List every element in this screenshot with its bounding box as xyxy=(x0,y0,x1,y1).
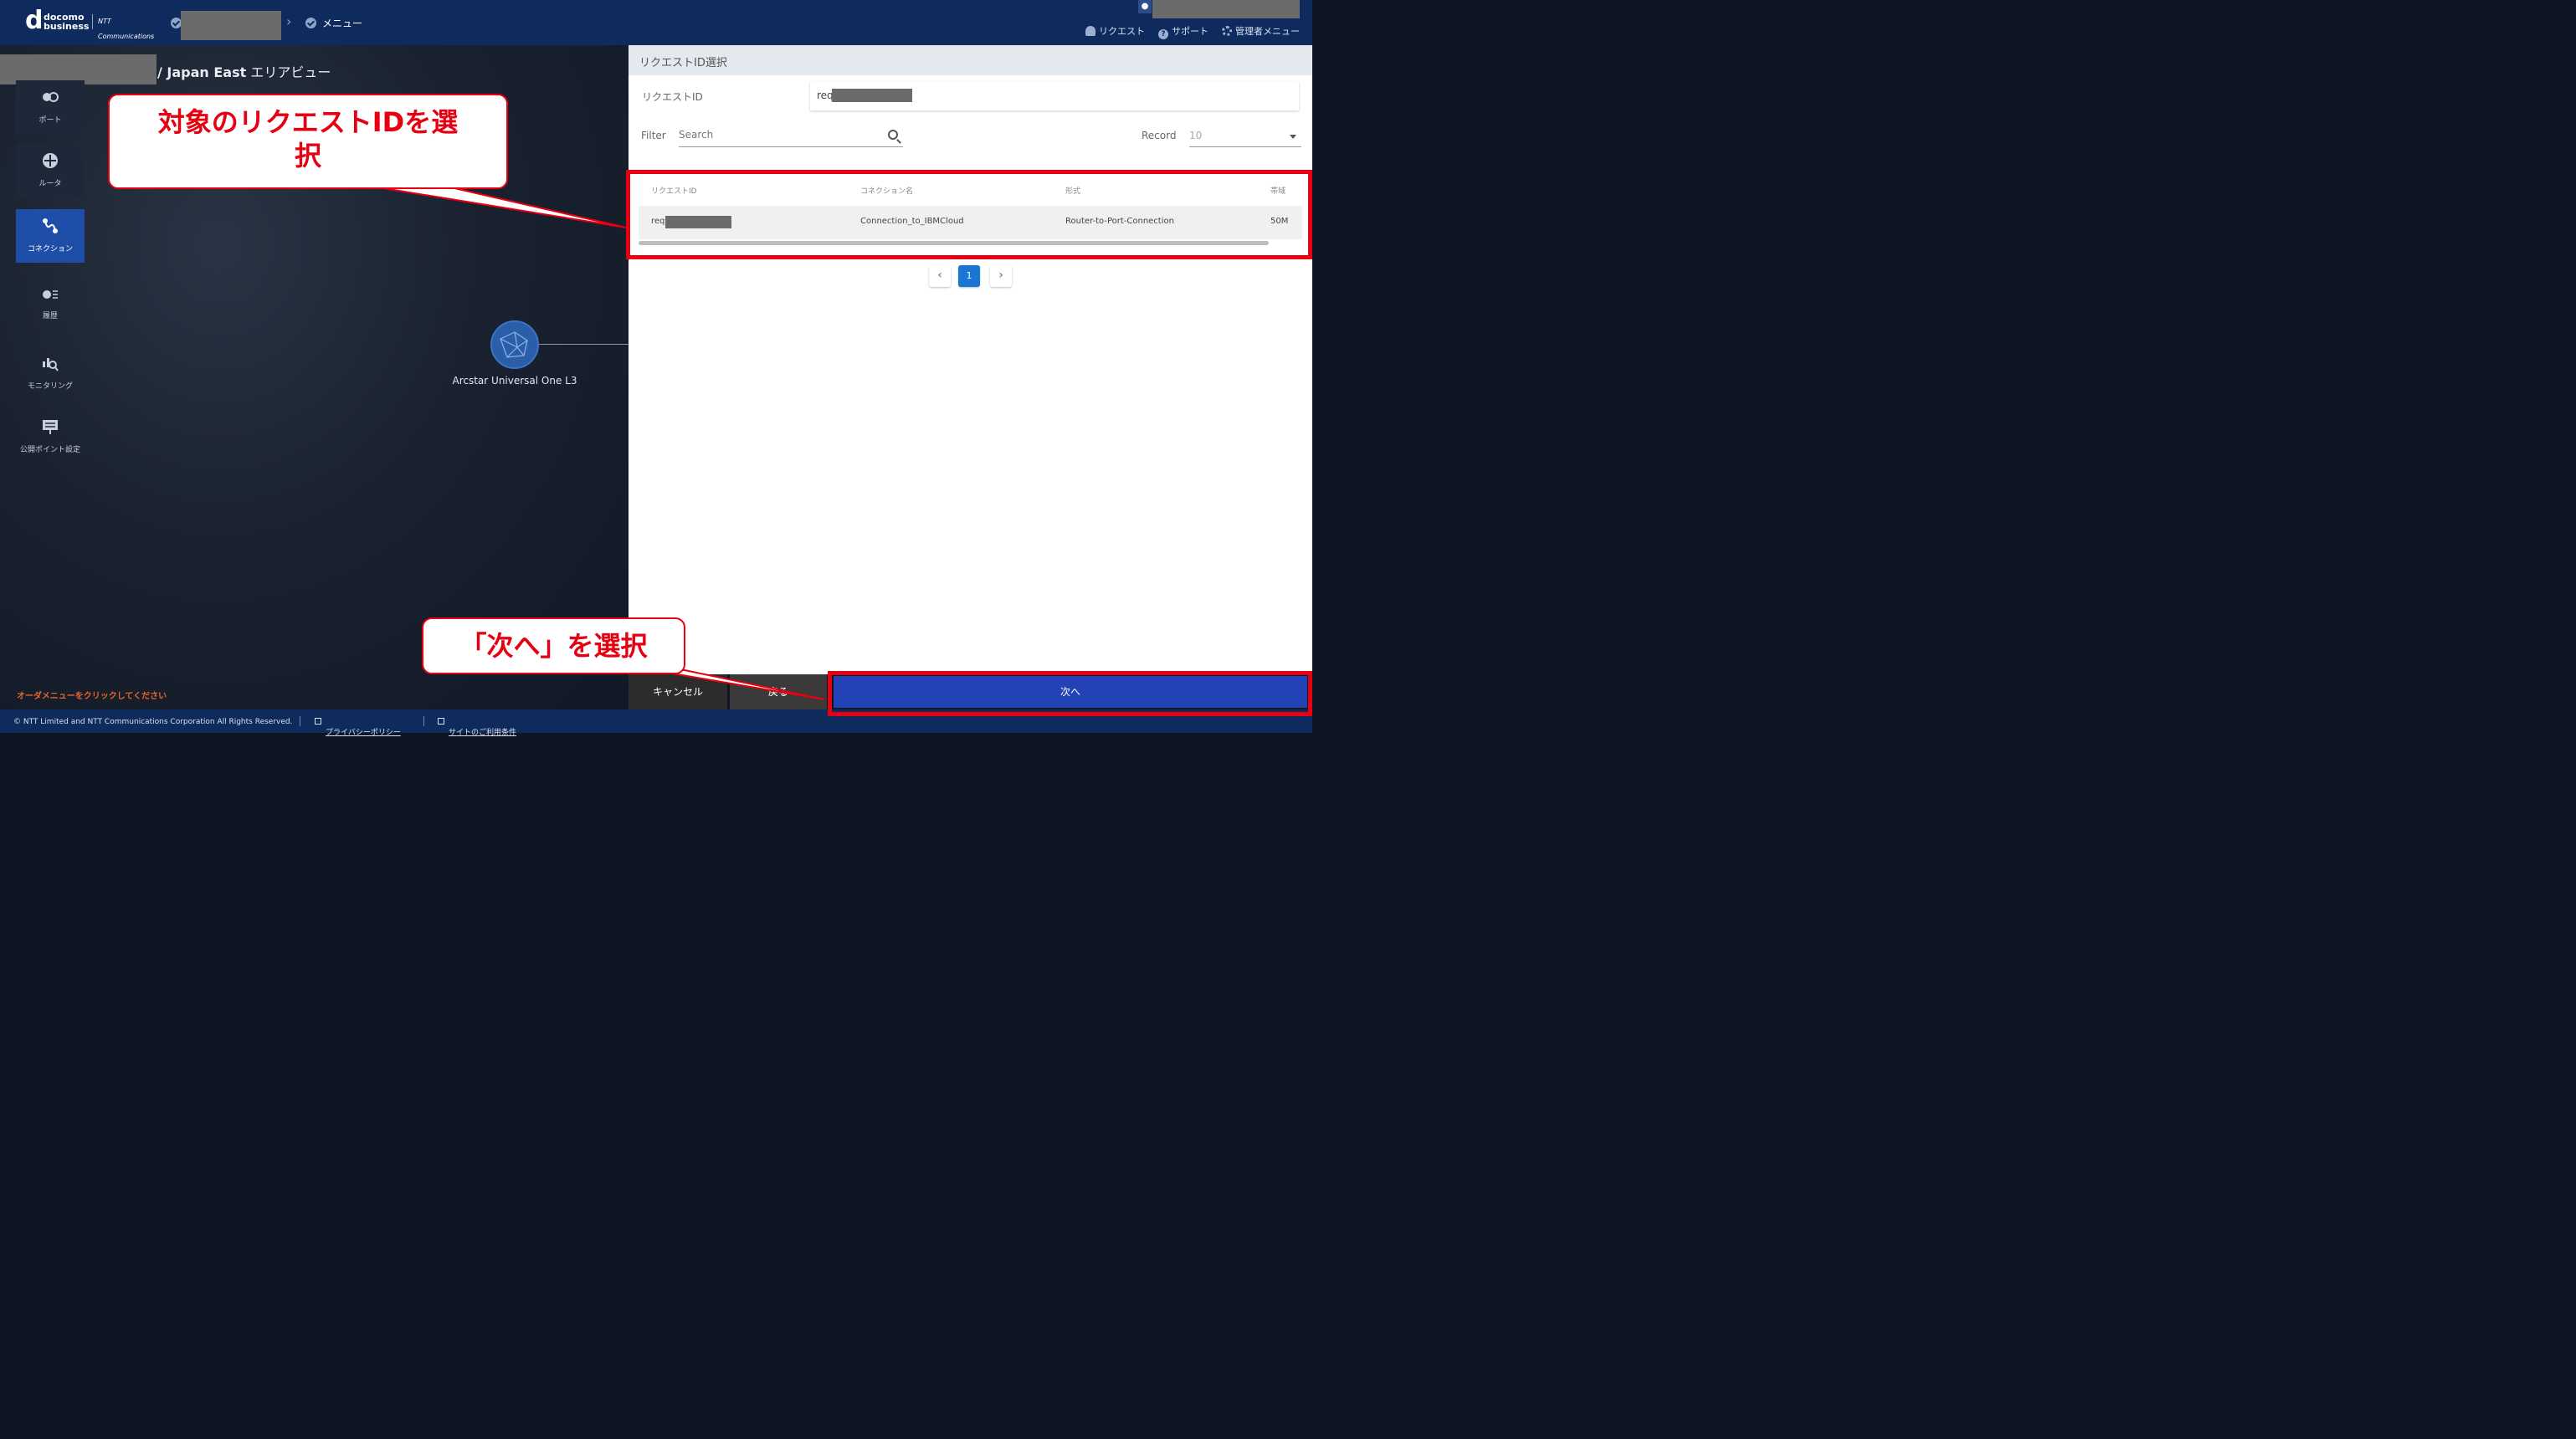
admin-menu-link[interactable]: 管理者メニュー xyxy=(1222,24,1300,38)
dropdown-arrow-icon xyxy=(1290,135,1296,139)
search-icon[interactable] xyxy=(888,130,898,140)
node-connection-line xyxy=(539,344,629,345)
chevron-right-icon: › xyxy=(286,13,292,29)
callout-text-line2: 択 xyxy=(294,140,321,172)
logo-d-mark: d xyxy=(25,6,44,35)
next-button-highlight-box xyxy=(828,671,1312,716)
logo-line2: business xyxy=(44,21,90,32)
nav-history[interactable]: 履歴 xyxy=(16,278,85,331)
gear-icon xyxy=(1222,26,1232,36)
help-icon: ? xyxy=(1158,29,1168,39)
connection-icon xyxy=(43,218,58,233)
request-id-select-panel: リクエストID選択 リクエストID req Filter Record 10 リ… xyxy=(629,45,1312,674)
terms-label: サイトのご利用条件 xyxy=(449,729,517,737)
network-globe-icon xyxy=(500,331,528,358)
request-id-field[interactable]: req xyxy=(810,82,1299,110)
nav-monitoring[interactable]: モニタリング xyxy=(16,346,85,400)
pagination-prev-button[interactable]: ‹ xyxy=(929,265,951,287)
redacted-request-id xyxy=(832,89,912,102)
request-id-label: リクエストID xyxy=(642,91,703,103)
page-title-view: エリアビュー xyxy=(250,64,331,80)
breadcrumb-menu[interactable]: メニュー xyxy=(322,16,362,30)
nav-label: 履歴 xyxy=(42,312,58,320)
callout-select-request-id: 対象のリクエストIDを選 択 xyxy=(108,94,508,189)
redacted-username xyxy=(1152,0,1300,18)
filter-label: Filter xyxy=(641,130,666,141)
page-title-region: / Japan East xyxy=(157,64,247,80)
docomo-business-logo[interactable]: d docomo business xyxy=(25,6,89,35)
callout-select-next: 「次へ」を選択 xyxy=(422,617,685,674)
request-link[interactable]: リクエスト xyxy=(1085,24,1145,38)
top-header: d docomo business NTT Communications › メ… xyxy=(0,0,1312,45)
back-button[interactable]: 戻る xyxy=(730,674,827,709)
request-link-label: リクエスト xyxy=(1099,26,1145,37)
record-value: 10 xyxy=(1189,130,1203,141)
redacted-tenant xyxy=(181,11,281,40)
support-link[interactable]: ? サポート xyxy=(1158,24,1208,39)
privacy-policy-label: プライバシーポリシー xyxy=(326,729,401,737)
user-icon[interactable]: ● xyxy=(1138,0,1152,13)
copyright-text: © NTT Limited and NTT Communications Cor… xyxy=(13,718,293,726)
public-point-icon xyxy=(43,420,58,434)
footer-divider xyxy=(423,716,424,726)
privacy-policy-link[interactable]: プライバシーポリシー xyxy=(315,718,401,737)
nav-router[interactable]: ルータ xyxy=(16,144,85,197)
ntt-communications-logo: NTT Communications xyxy=(92,14,159,40)
monitoring-icon xyxy=(43,358,59,371)
support-link-label: サポート xyxy=(1172,26,1208,37)
search-field[interactable] xyxy=(679,125,903,147)
nav-label: コネクション xyxy=(27,245,73,253)
port-icon xyxy=(43,92,59,102)
nav-label: モニタリング xyxy=(27,382,73,391)
record-label: Record xyxy=(1142,130,1177,141)
nav-label: 公開ポイント設定 xyxy=(19,446,80,454)
record-select[interactable]: 10 xyxy=(1189,125,1301,147)
pagination-page-1[interactable]: 1 xyxy=(958,265,980,287)
arcstar-node-icon[interactable] xyxy=(490,320,539,369)
nav-connection[interactable]: コネクション xyxy=(16,209,85,263)
callout-next-text: 「次へ」を選択 xyxy=(459,630,648,662)
node-label: Arcstar Universal One L3 xyxy=(452,375,577,387)
nav-label: ポート xyxy=(38,116,62,125)
admin-menu-label: 管理者メニュー xyxy=(1235,26,1300,37)
order-menu-message: オーダメニューをクリックしてください xyxy=(17,692,167,701)
search-input[interactable] xyxy=(679,125,871,144)
external-link-icon xyxy=(315,718,321,725)
bell-icon xyxy=(1085,26,1096,36)
panel-title: リクエストID選択 xyxy=(639,57,727,69)
table-highlight-box xyxy=(626,170,1312,259)
nav-port[interactable]: ポート xyxy=(16,80,85,134)
cancel-button[interactable]: キャンセル xyxy=(629,674,727,709)
router-icon xyxy=(43,153,58,168)
history-icon xyxy=(43,290,58,299)
external-link-icon xyxy=(438,718,444,725)
callout-text-line1: 対象のリクエストIDを選 xyxy=(157,106,459,138)
check-circle-icon xyxy=(305,18,316,28)
nav-public-point-settings[interactable]: 公開ポイント設定 xyxy=(16,410,85,463)
page-title: / Japan East エリアビュー xyxy=(157,61,331,81)
panel-title-bar: リクエストID選択 xyxy=(629,45,1312,75)
request-id-value: req xyxy=(817,90,834,101)
pagination-next-button[interactable]: › xyxy=(990,265,1012,287)
nav-label: ルータ xyxy=(38,180,62,188)
terms-link[interactable]: サイトのご利用条件 xyxy=(438,718,516,737)
